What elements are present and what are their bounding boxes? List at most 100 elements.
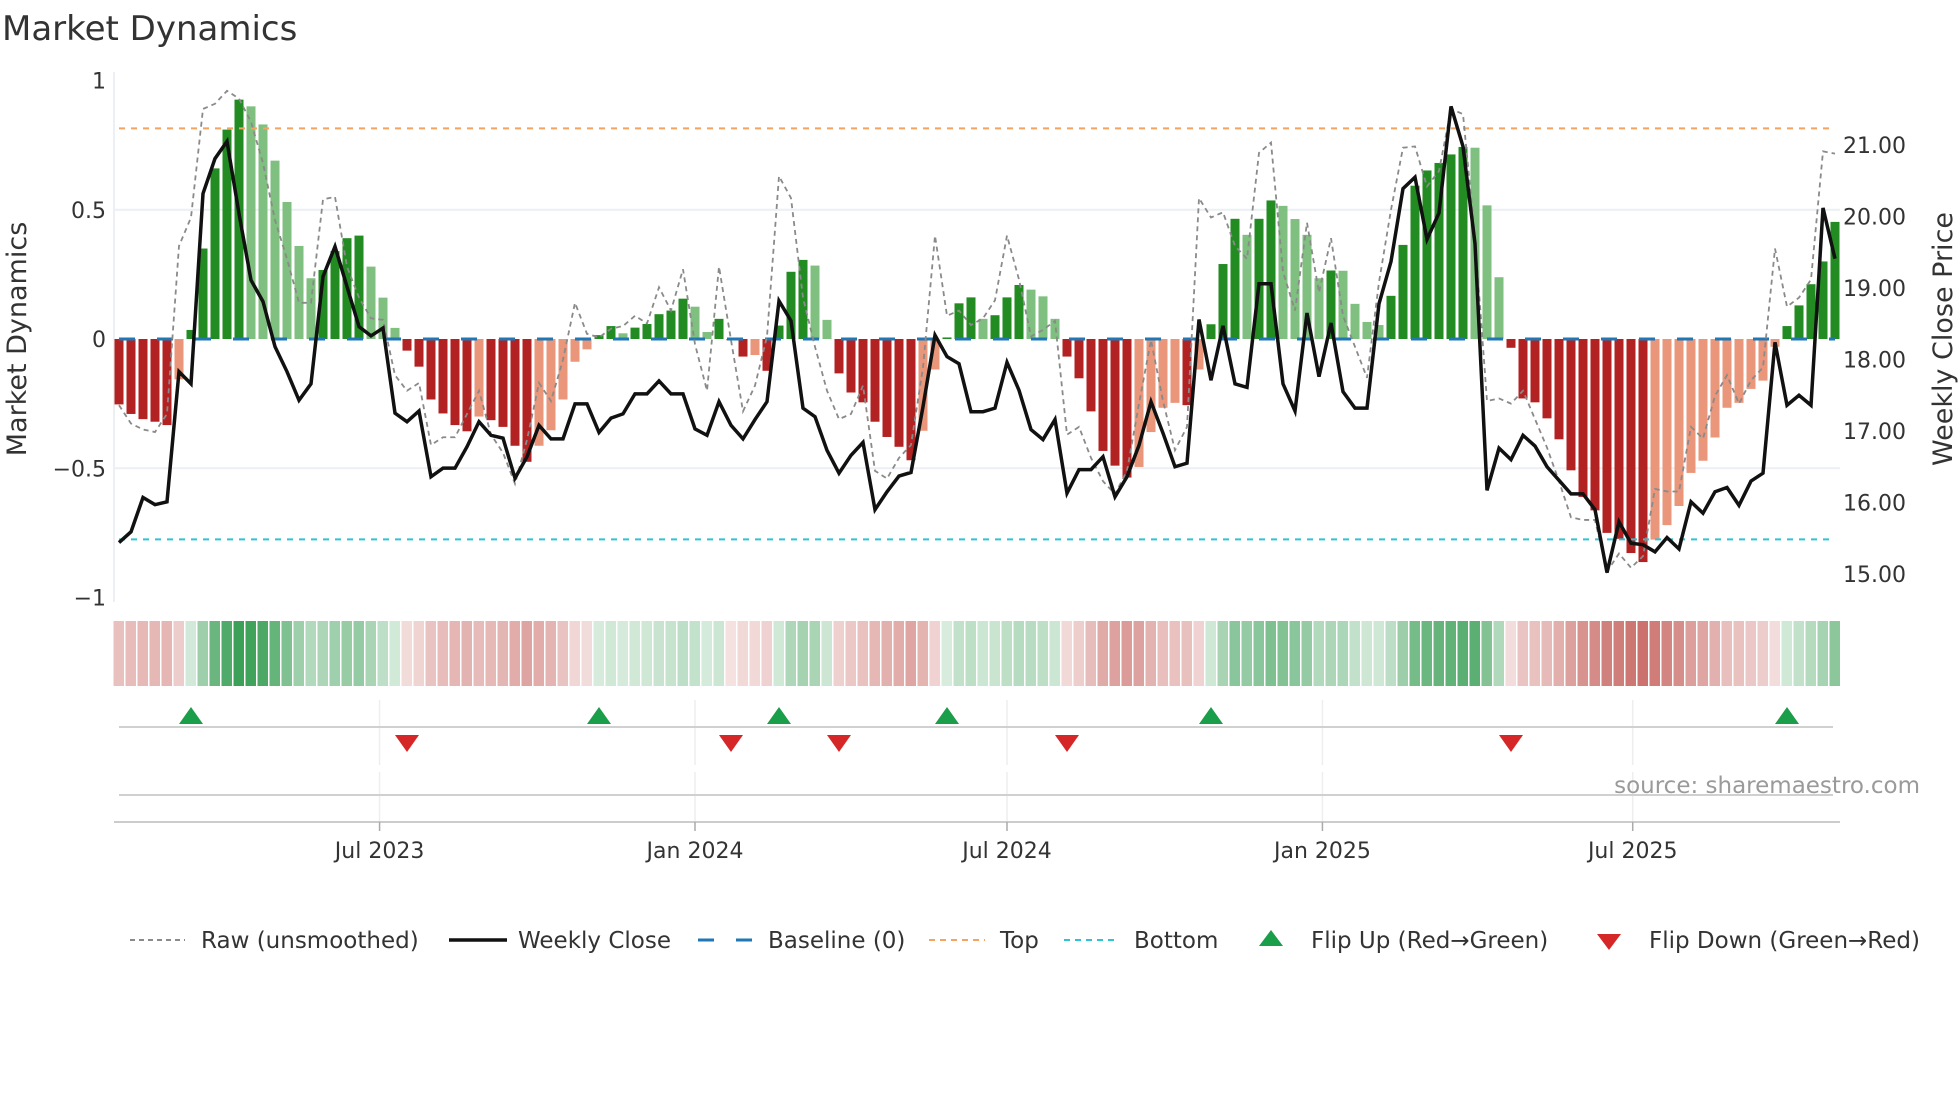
heat-cell	[1157, 621, 1168, 686]
heat-cell	[845, 621, 856, 686]
dynamics-bar	[138, 339, 148, 420]
dynamics-bar	[582, 339, 592, 350]
heat-cell	[1241, 621, 1252, 686]
heat-cell	[1073, 621, 1084, 686]
flip-down-marker	[395, 735, 419, 752]
heat-cell	[521, 621, 532, 686]
heat-cell	[137, 621, 148, 686]
heat-cell	[401, 621, 412, 686]
flip-up-marker	[1199, 707, 1223, 724]
heat-cell	[1337, 621, 1348, 686]
heat-cell	[677, 621, 688, 686]
heat-cell	[1745, 621, 1756, 686]
heat-cell	[413, 621, 424, 686]
y2-axis-label: Weekly Close Price	[1928, 212, 1959, 466]
dynamics-bar	[966, 297, 976, 339]
heat-cell	[665, 621, 676, 686]
dynamics-bar	[1710, 339, 1720, 438]
heat-cell	[629, 621, 640, 686]
heat-cell	[989, 621, 1000, 686]
dynamics-bar	[834, 339, 844, 374]
heat-cell	[449, 621, 460, 686]
heat-cell	[1505, 621, 1516, 686]
dynamics-bar	[1566, 339, 1576, 471]
dynamics-bar	[402, 339, 412, 351]
heat-cell	[305, 621, 316, 686]
flip-down-marker	[827, 735, 851, 752]
dynamics-bar	[1230, 218, 1240, 339]
heat-cell	[1673, 621, 1684, 686]
heat-cell	[1433, 621, 1444, 686]
dynamics-bar	[1098, 339, 1108, 451]
dynamics-bar	[1530, 339, 1540, 403]
heat-cell	[125, 621, 136, 686]
dynamics-bar	[1386, 295, 1396, 339]
dynamics-bar	[954, 303, 964, 339]
heat-cell	[1613, 621, 1624, 686]
heat-cell	[1013, 621, 1024, 686]
legend-raw-label: Raw (unsmoothed)	[201, 928, 419, 954]
dynamics-bar	[246, 106, 256, 339]
heat-cell	[1193, 621, 1204, 686]
y2-tick-label: 19.00	[1843, 277, 1906, 302]
heat-cell	[1097, 621, 1108, 686]
dynamics-bar	[390, 327, 400, 339]
heat-cell	[1049, 621, 1060, 686]
heat-cell	[329, 621, 340, 686]
dynamics-bar	[846, 339, 856, 393]
dynamics-bar	[1602, 339, 1612, 533]
flip-up-marker	[767, 707, 791, 724]
dynamics-bar	[858, 339, 868, 403]
y2-tick-label: 20.00	[1843, 206, 1906, 231]
dynamics-bar	[1506, 339, 1516, 348]
heat-cell	[857, 621, 868, 686]
y2-tick-label: 18.00	[1843, 349, 1906, 374]
heat-cell	[1361, 621, 1372, 686]
dynamics-bar	[882, 339, 892, 437]
heat-cell	[593, 621, 604, 686]
dynamics-bar	[414, 339, 424, 367]
heat-cell	[941, 621, 952, 686]
heat-cell	[761, 621, 772, 686]
heat-cell	[1553, 621, 1564, 686]
dynamics-bar	[1734, 339, 1744, 403]
dynamics-bar	[738, 339, 748, 357]
heat-cell	[1697, 621, 1708, 686]
dynamics-bar	[894, 339, 904, 447]
dynamics-bar	[546, 339, 556, 431]
dynamics-bar	[438, 339, 448, 414]
heat-cell	[1565, 621, 1576, 686]
dynamics-bar	[1062, 339, 1072, 357]
x-tick-label: Jul 2025	[1586, 839, 1678, 864]
y-tick-label: 1	[92, 70, 106, 95]
heat-cell	[737, 621, 748, 686]
market-dynamics-chart: Market Dynamics 1 0.5 0 −0.5 −1 21.00 20.00 19…	[2, 9, 1959, 954]
legend: Raw (unsmoothed) Weekly Close Baseline (…	[130, 928, 1920, 954]
heat-cell	[473, 621, 484, 686]
dynamics-bar	[1746, 339, 1756, 389]
heat-cell	[581, 621, 592, 686]
y-tick-label: 0	[92, 328, 106, 353]
heat-cell	[1793, 621, 1804, 686]
heat-cell	[917, 621, 928, 686]
heat-cell	[377, 621, 388, 686]
dynamics-bar	[1782, 326, 1792, 339]
heat-cell	[821, 621, 832, 686]
heat-cell	[929, 621, 940, 686]
dynamics-bar	[654, 314, 664, 339]
heat-cell	[113, 621, 124, 686]
heat-cell	[605, 621, 616, 686]
dynamics-bar	[1686, 339, 1696, 473]
heat-cell	[773, 621, 784, 686]
heat-cell	[1685, 621, 1696, 686]
heat-cell	[1637, 621, 1648, 686]
heat-cell	[1217, 621, 1228, 686]
heat-cell	[221, 621, 232, 686]
heat-cell	[965, 621, 976, 686]
heat-cell	[641, 621, 652, 686]
heat-cell	[1205, 621, 1216, 686]
y2-tick-label: 15.00	[1843, 563, 1906, 588]
heat-cell	[389, 621, 400, 686]
left-y-axis: 1 0.5 0 −0.5 −1	[53, 70, 106, 612]
heat-cell	[269, 621, 280, 686]
